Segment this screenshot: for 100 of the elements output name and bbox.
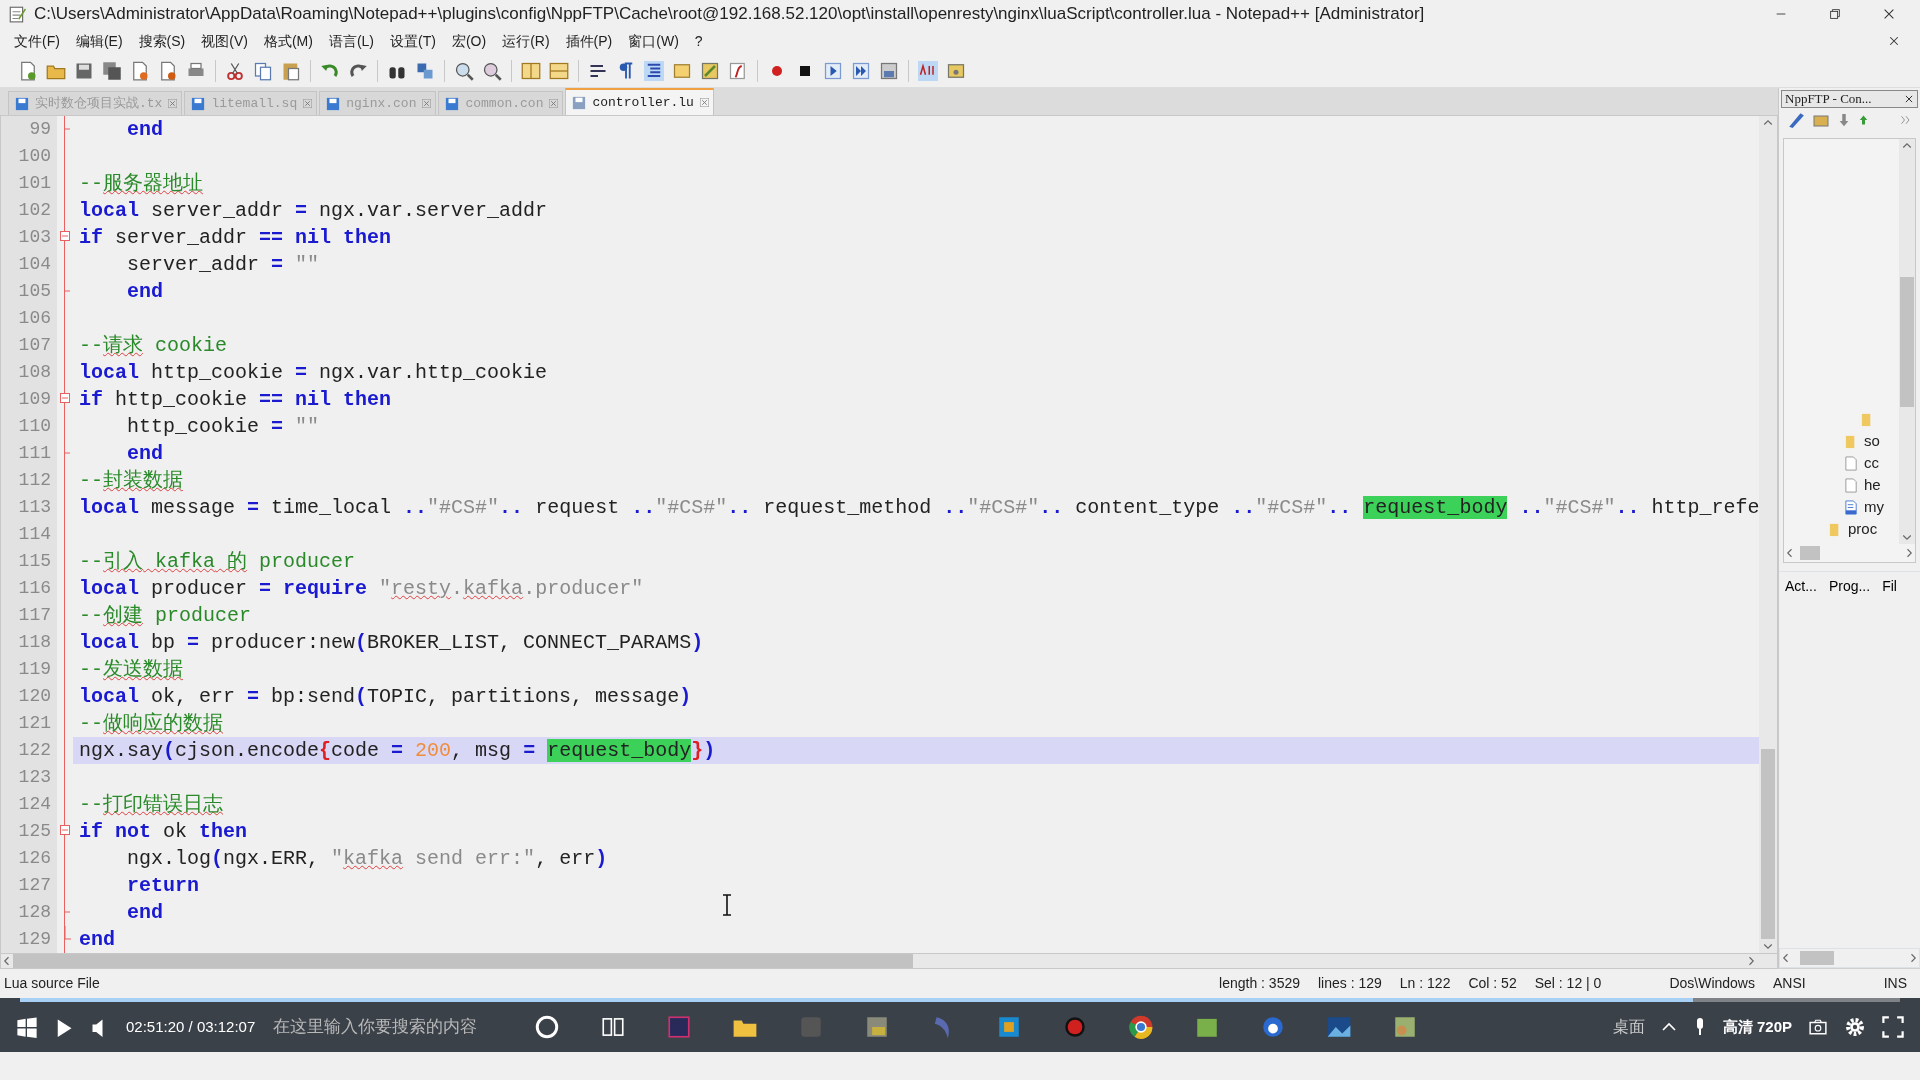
- panel-tab[interactable]: Prog...: [1822, 572, 1877, 601]
- line-number: 100: [18, 146, 51, 166]
- search-field[interactable]: 在这里输入你要搜索的内容: [271, 1013, 507, 1041]
- split-vertical-icon[interactable]: [521, 60, 541, 81]
- scrollbar-thumb[interactable]: [1800, 546, 1820, 560]
- split-horizontal-icon[interactable]: [549, 60, 569, 81]
- windows-logo-icon[interactable]: [16, 1016, 38, 1038]
- code-line: --做响应的数据: [78, 711, 223, 737]
- editor-tab[interactable]: controller.lu: [565, 88, 714, 115]
- chevron-icon[interactable]: [1900, 114, 1912, 126]
- fast-forward-icon[interactable]: [851, 60, 871, 81]
- connect-icon[interactable]: [1787, 111, 1805, 129]
- tree-item[interactable]: cc: [1784, 452, 1899, 474]
- scrollbar-thumb[interactable]: [1800, 951, 1834, 965]
- status-field: Ln : 122: [1390, 973, 1460, 994]
- indent-guide-icon[interactable]: [644, 60, 664, 81]
- line-number: 123: [18, 767, 51, 787]
- menu-item[interactable]: 运行(R): [494, 28, 558, 54]
- tree-item[interactable]: he: [1784, 474, 1899, 496]
- close-icon[interactable]: [1888, 35, 1900, 47]
- code-line: end: [126, 900, 163, 926]
- menu-item[interactable]: 宏(O): [443, 28, 495, 54]
- panel-tab[interactable]: Act...: [1779, 572, 1823, 601]
- line-number: 108: [18, 362, 51, 382]
- fullscreen-icon[interactable]: [1882, 1016, 1904, 1038]
- menu-item[interactable]: 编辑(E): [67, 28, 131, 54]
- menu-item[interactable]: 设置(T): [382, 28, 444, 54]
- camera-icon[interactable]: [1808, 1018, 1828, 1036]
- status-field: INS: [1874, 973, 1916, 994]
- cut-icon[interactable]: [225, 60, 245, 81]
- panel-tab[interactable]: Fil: [1876, 572, 1903, 601]
- file-type: Lua source File: [4, 974, 100, 993]
- line-number: 118: [18, 632, 51, 652]
- file-icon: [1844, 476, 1859, 494]
- code-line: --服务器地址: [78, 171, 203, 197]
- spellcheck-icon[interactable]: [918, 60, 938, 81]
- scrollbar-thumb[interactable]: [1761, 749, 1775, 939]
- text-cursor-icon: [721, 894, 733, 916]
- close-file-icon[interactable]: [130, 60, 150, 81]
- function-list-icon[interactable]: [728, 60, 748, 81]
- tree-item[interactable]: my: [1784, 496, 1899, 518]
- circle-icon[interactable]: [534, 1014, 561, 1040]
- save-icon: [15, 96, 29, 111]
- close-all-icon[interactable]: [158, 60, 178, 81]
- tree-item[interactable]: so: [1784, 430, 1899, 452]
- tree-item[interactable]: proc: [1784, 518, 1899, 540]
- copy-icon[interactable]: [253, 60, 273, 81]
- new-file-icon[interactable]: [18, 60, 38, 81]
- status-field: lines : 129: [1309, 973, 1391, 994]
- quality-button[interactable]: 高清 720P: [1722, 1015, 1792, 1039]
- status-field: Col : 52: [1459, 973, 1526, 994]
- line-number: 103: [18, 227, 51, 247]
- menu-item[interactable]: 语言(L): [320, 28, 383, 54]
- map-icon[interactable]: [700, 60, 720, 81]
- browser-icon[interactable]: [1128, 1014, 1155, 1040]
- save-icon: [191, 96, 206, 111]
- menu-item[interactable]: 视图(V): [193, 28, 256, 54]
- play-icon[interactable]: [823, 60, 843, 81]
- code-line: local bp = producer:new(BROKER_LIST, CONNECT_PARAMS): [78, 630, 704, 656]
- menu-item[interactable]: 插件(P): [557, 28, 621, 54]
- line-number: 106: [18, 308, 51, 328]
- line-number: 116: [18, 578, 51, 598]
- zoom-out-icon[interactable]: [482, 60, 502, 81]
- code-line: local server_addr = ngx.var.server_addr: [78, 198, 548, 224]
- menu-item[interactable]: 格式(M): [255, 28, 321, 54]
- status-field: Dos\Windows: [1660, 973, 1764, 994]
- restore-icon[interactable]: [1828, 7, 1842, 21]
- code-line: --创建 producer: [78, 603, 252, 629]
- line-number: 125: [18, 821, 51, 841]
- code-line: end: [126, 441, 163, 467]
- menu-item[interactable]: 搜索(S): [130, 28, 194, 54]
- line-number: 119: [18, 659, 51, 679]
- image-icon[interactable]: [1326, 1014, 1353, 1040]
- zoom-in-icon[interactable]: [454, 60, 474, 81]
- line-number: 110: [18, 416, 51, 436]
- line-number: 120: [18, 686, 51, 706]
- line-number: 117: [18, 605, 51, 625]
- code-line: local message = time_local .."#CS#".. request .."#CS#".. request_method .."#CS#".. content_type .."#CS#".. request_body .."#CS#".. http_refe: [78, 495, 1759, 521]
- playback-time: 02:51:20 / 03:12:07: [126, 1016, 256, 1037]
- line-number: 113: [18, 497, 51, 517]
- save-macro-icon[interactable]: [879, 60, 899, 81]
- menu-item[interactable]: 窗口(W): [620, 28, 687, 54]
- folder-icon[interactable]: [1813, 112, 1829, 128]
- scrollbar-thumb[interactable]: [13, 954, 913, 968]
- save-icon: [326, 96, 341, 111]
- close-icon[interactable]: [1904, 94, 1914, 104]
- close-icon[interactable]: [1882, 7, 1896, 21]
- settings-icon[interactable]: [1844, 1016, 1866, 1038]
- line-number: 111: [18, 443, 51, 463]
- menu-item[interactable]: 文件(F): [6, 28, 68, 54]
- status-field: ANSI: [1763, 973, 1815, 994]
- scrollbar-thumb[interactable]: [1900, 276, 1914, 407]
- download-icon[interactable]: [1837, 112, 1851, 128]
- save-all-icon[interactable]: [102, 60, 122, 81]
- line-number: 105: [18, 281, 51, 301]
- status-field: Sel : 12 | 0: [1525, 973, 1611, 994]
- code-line: --打印错误日志: [78, 792, 223, 818]
- code-line: http_cookie = "": [126, 414, 320, 440]
- code-line: ngx.log(ngx.ERR, "kafka send err:", err): [126, 846, 608, 872]
- menu-item[interactable]: ?: [686, 28, 711, 54]
